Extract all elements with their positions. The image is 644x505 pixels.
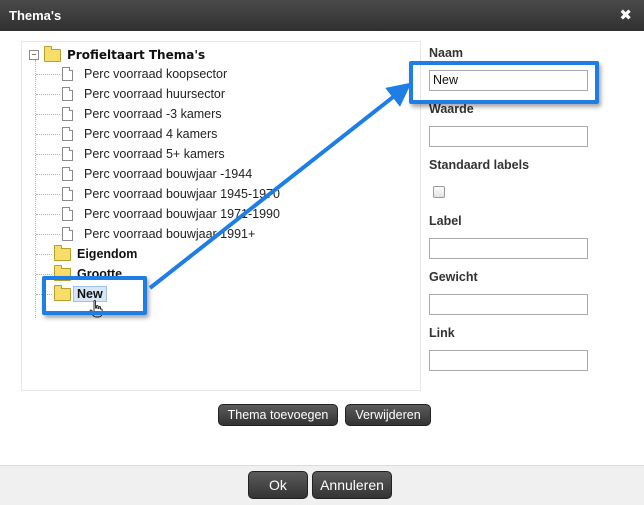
tree-item-bouwjaar-1971-1990[interactable]: Perc voorraad bouwjaar 1971-1990: [36, 205, 280, 223]
theme-tree-panel: − Profieltaart Thema's Perc voorraad koo…: [21, 41, 421, 391]
tree-item-label: Eigendom: [77, 247, 138, 261]
tree-connector: [36, 273, 52, 275]
tree-item-label: Perc voorraad bouwjaar 1971-1990: [84, 207, 280, 221]
tree-connector: [36, 73, 60, 75]
gewicht-input[interactable]: [429, 294, 588, 315]
folder-icon: [54, 284, 71, 301]
gewicht-label: Gewicht: [429, 270, 478, 284]
waarde-input[interactable]: [429, 126, 588, 147]
label-input[interactable]: [429, 238, 588, 259]
label-label: Label: [429, 214, 462, 228]
tree-root-node[interactable]: − Profieltaart Thema's: [29, 45, 206, 64]
tree-connector: [36, 213, 60, 215]
dialog-footer: Ok Annuleren: [0, 465, 644, 505]
file-icon: [62, 127, 73, 141]
tree-item-5-kamers[interactable]: Perc voorraad 5+ kamers: [36, 145, 225, 163]
folder-icon: [54, 264, 71, 281]
tree-item-bouwjaar-1944[interactable]: Perc voorraad bouwjaar -1944: [36, 165, 252, 183]
hand-cursor-icon: [89, 300, 103, 318]
file-icon: [62, 87, 73, 101]
add-theme-button[interactable]: Thema toevoegen: [218, 404, 338, 426]
tree-item-grootte[interactable]: Grootte: [36, 264, 123, 283]
tree-connector: [36, 133, 60, 135]
tree-item-label: Perc voorraad bouwjaar 1991+: [84, 227, 256, 241]
folder-icon: [54, 244, 71, 261]
tree-connector: [36, 153, 60, 155]
tree-connector: [36, 233, 60, 235]
link-input[interactable]: [429, 350, 588, 371]
tree-connector: [36, 173, 60, 175]
tree-item-4-kamers[interactable]: Perc voorraad 4 kamers: [36, 125, 217, 143]
close-icon[interactable]: ✖: [619, 6, 632, 24]
file-icon: [62, 147, 73, 161]
dialog-titlebar[interactable]: Thema's ✖: [0, 0, 644, 31]
file-icon: [62, 67, 73, 81]
cancel-button[interactable]: Annuleren: [312, 471, 392, 499]
tree-item-label: Perc voorraad 4 kamers: [84, 127, 218, 141]
file-icon: [62, 207, 73, 221]
file-icon: [62, 167, 73, 181]
standaard-labels-checkbox[interactable]: [433, 186, 445, 198]
themes-dialog: Thema's ✖ − Profieltaart Thema's Perc vo…: [0, 0, 644, 505]
waarde-label: Waarde: [429, 102, 474, 116]
naam-label: Naam: [429, 46, 464, 60]
ok-button[interactable]: Ok: [248, 471, 308, 499]
tree-item-3-kamers[interactable]: Perc voorraad -3 kamers: [36, 105, 222, 123]
tree-item-label: Perc voorraad huursector: [84, 87, 226, 101]
tree-item-label: Perc voorraad bouwjaar 1945-1970: [84, 187, 280, 201]
tree-item-bouwjaar-1945-1970[interactable]: Perc voorraad bouwjaar 1945-1970: [36, 185, 280, 203]
tree-connector: [36, 113, 60, 115]
tree-item-huursector[interactable]: Perc voorraad huursector: [36, 85, 225, 103]
tree-item-koopsector[interactable]: Perc voorraad koopsector: [36, 65, 227, 83]
tree-connector: [36, 193, 60, 195]
tree-item-label: Perc voorraad 5+ kamers: [84, 147, 225, 161]
file-icon: [62, 107, 73, 121]
link-label: Link: [429, 326, 455, 340]
naam-input[interactable]: [429, 70, 588, 91]
tree-item-label: Perc voorraad koopsector: [84, 67, 228, 81]
tree-connector: [36, 253, 52, 255]
tree-item-label: Perc voorraad bouwjaar -1944: [84, 167, 253, 181]
folder-icon: [44, 45, 61, 62]
tree-root-label: Profieltaart Thema's: [67, 48, 206, 62]
collapse-icon[interactable]: −: [29, 50, 39, 60]
tree-item-bouwjaar-1991[interactable]: Perc voorraad bouwjaar 1991+: [36, 225, 255, 243]
standaard-labels-label: Standaard labels: [429, 158, 530, 172]
tree-connector: [36, 93, 60, 95]
file-icon: [62, 187, 73, 201]
file-icon: [62, 227, 73, 241]
tree-item-label: Perc voorraad -3 kamers: [84, 107, 222, 121]
dialog-title: Thema's: [9, 8, 62, 23]
tree-connector: [36, 293, 52, 295]
delete-button[interactable]: Verwijderen: [345, 404, 431, 426]
tree-item-label: Grootte: [77, 267, 123, 281]
tree-item-eigendom[interactable]: Eigendom: [36, 244, 138, 263]
